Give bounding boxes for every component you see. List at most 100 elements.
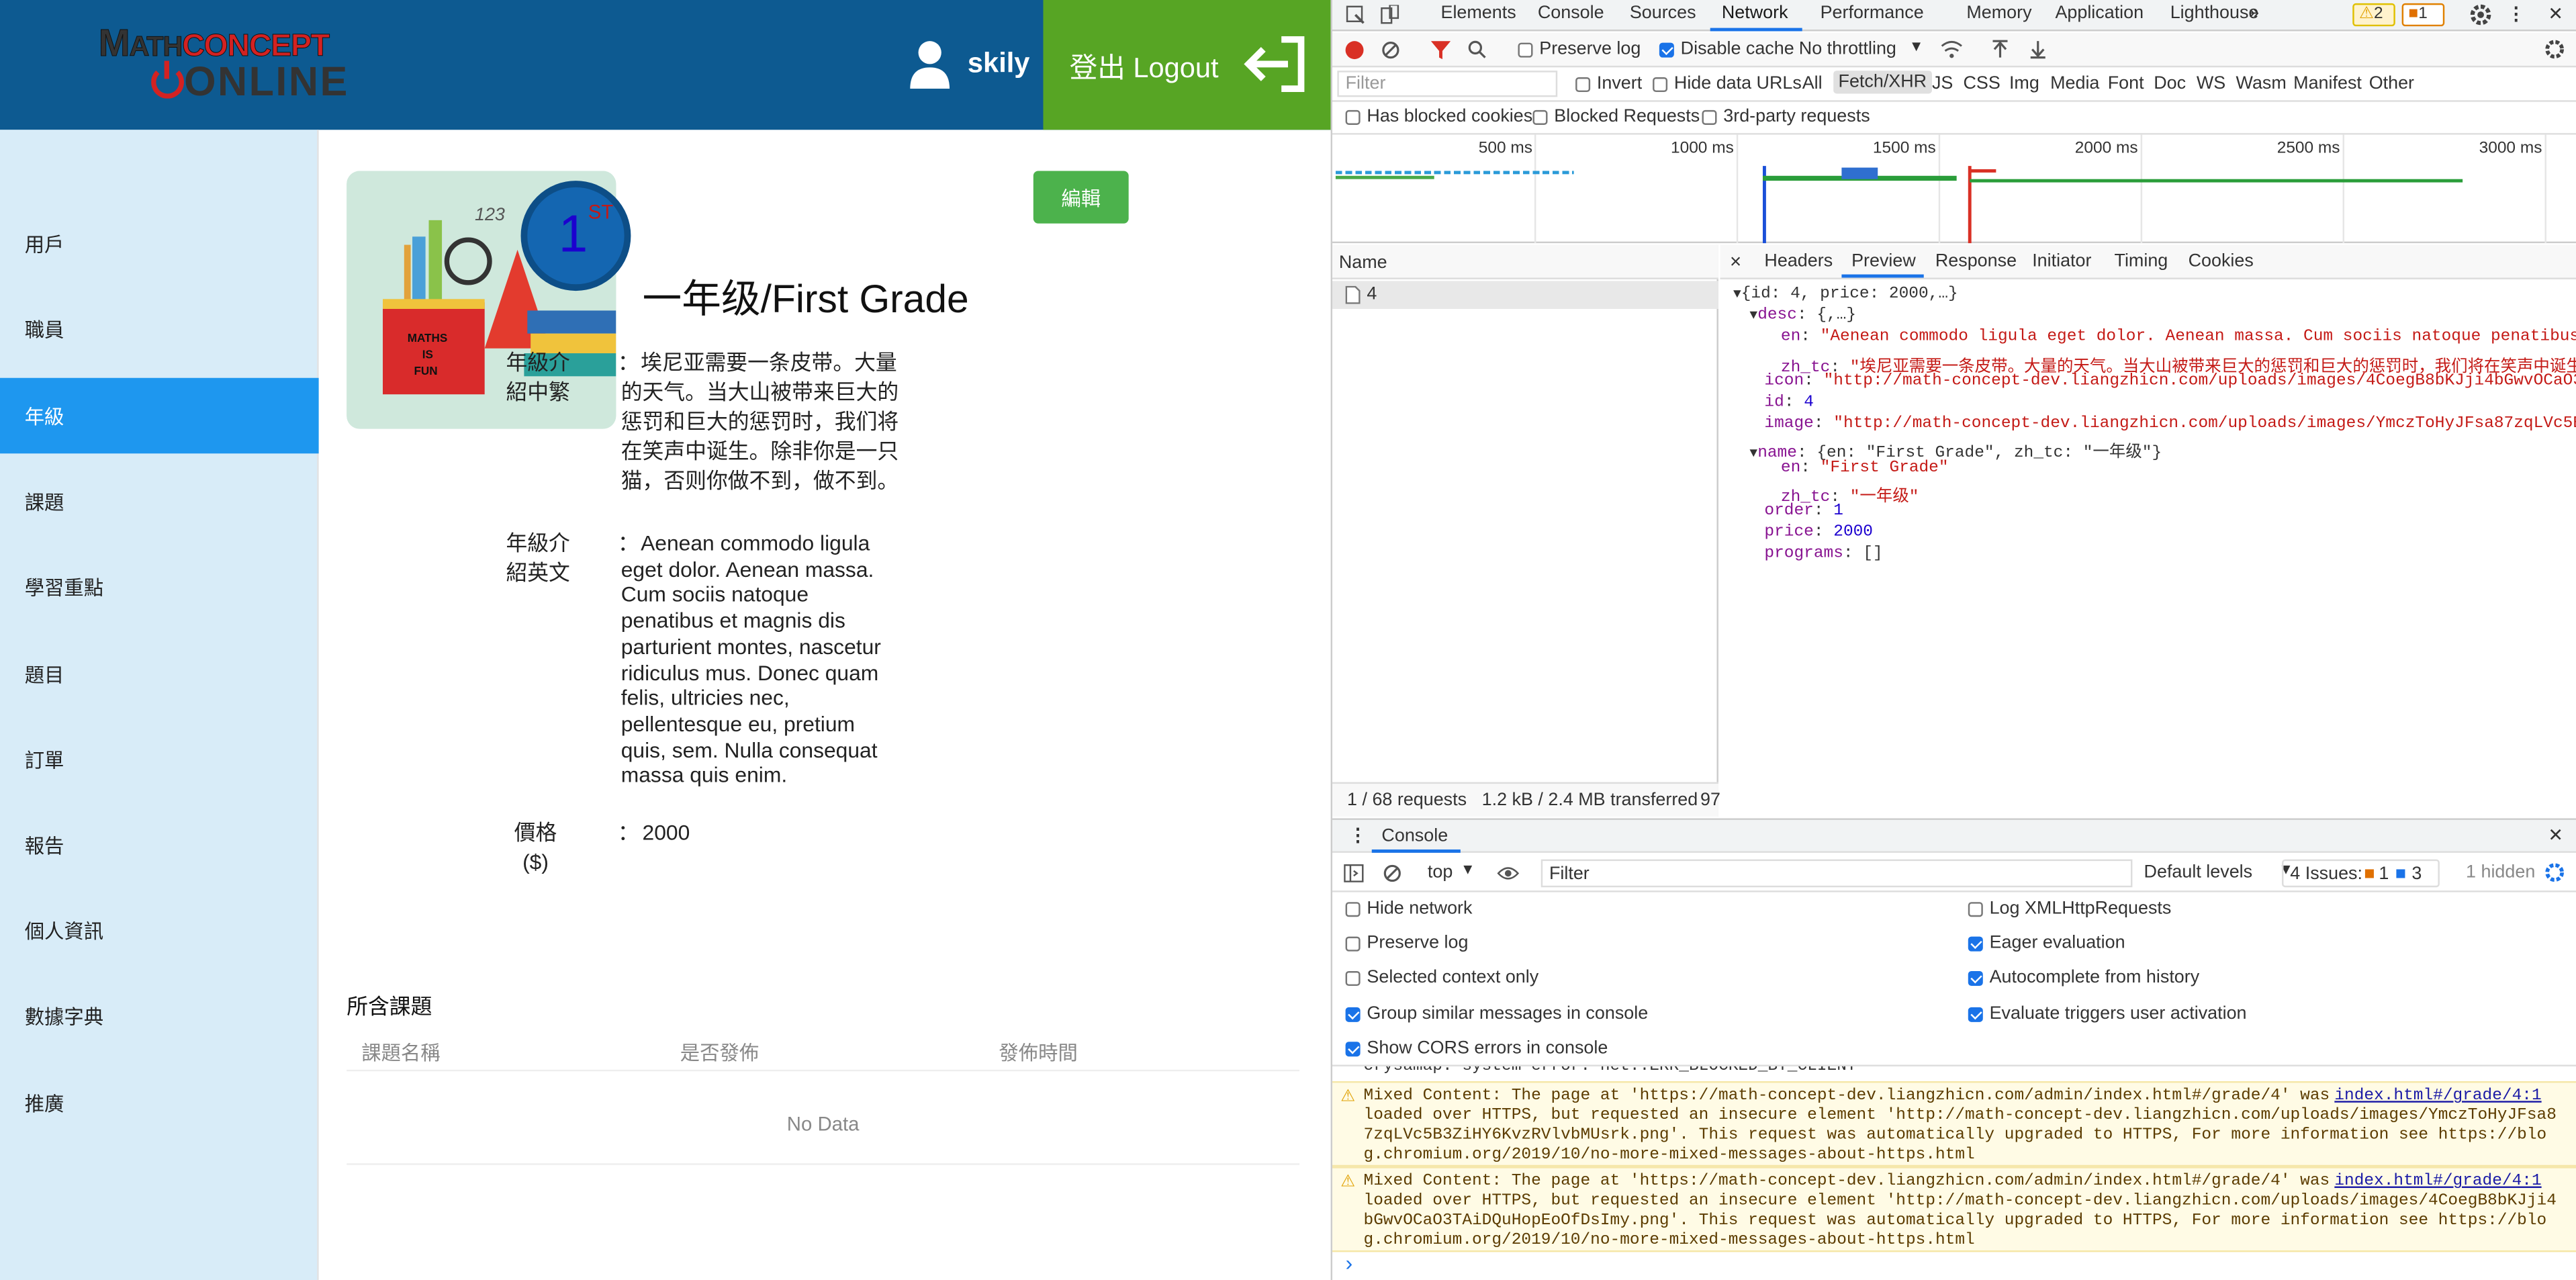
throttling-select[interactable]: No throttling — [1799, 40, 1896, 59]
log-levels-select[interactable]: Default levels — [2144, 863, 2253, 882]
expand-arrow-icon[interactable]: ▼ — [1749, 309, 1757, 324]
tab-elements[interactable]: Elements — [1440, 3, 1516, 23]
console-drawer-tab[interactable]: Console — [1381, 827, 1448, 846]
console-settings-gear-icon[interactable] — [2544, 863, 2564, 882]
live-expression-eye-icon[interactable] — [1497, 866, 1520, 880]
sidebar-item-questions[interactable]: 題目 — [0, 636, 319, 712]
has-blocked-cookies-checkbox[interactable] — [1345, 109, 1361, 125]
expand-arrow-icon[interactable]: ▼ — [1749, 447, 1757, 462]
hide-data-urls-checkbox[interactable] — [1653, 77, 1668, 93]
issues-button[interactable]: 4 Issues: ■ 1 ■ 3 — [2282, 859, 2440, 888]
sidebar-item-users[interactable]: 用戶 — [0, 205, 319, 281]
expand-arrow-icon[interactable]: ▼ — [1733, 287, 1741, 302]
network-conditions-icon[interactable] — [1940, 40, 1963, 59]
tab-preview[interactable]: Preview — [1851, 251, 1916, 271]
warning-source-link[interactable]: index.html#/grade/4:1 — [2334, 1173, 2541, 1193]
network-settings-gear-icon[interactable] — [2544, 40, 2564, 59]
console-setting-label: Selected context only — [1367, 968, 1539, 989]
clear-console-icon[interactable] — [1383, 864, 1401, 882]
console-setting-checkbox[interactable] — [1968, 1006, 1983, 1021]
warning-counter[interactable]: ⚠2 — [2352, 3, 2395, 27]
type-filter-wasm[interactable]: Wasm — [2236, 74, 2287, 93]
tab-performance[interactable]: Performance — [1821, 3, 1924, 23]
sidebar-item-profile[interactable]: 個人資訊 — [0, 893, 319, 968]
console-setting-checkbox[interactable] — [1345, 902, 1361, 917]
console-setting-checkbox[interactable] — [1345, 1006, 1361, 1021]
issues-counter[interactable]: ■1 — [2401, 3, 2445, 27]
context-select[interactable]: top — [1428, 863, 1453, 882]
type-filter-fetch-xhr[interactable]: Fetch/XHR — [1833, 71, 1932, 94]
logo[interactable]: MATHCONCEPT ONLINE — [98, 21, 378, 105]
tab-timing[interactable]: Timing — [2115, 251, 2168, 271]
preserve-log-checkbox[interactable] — [1518, 42, 1533, 58]
export-har-icon[interactable] — [2029, 40, 2047, 59]
invert-checkbox[interactable] — [1575, 77, 1591, 93]
network-timeline-overview[interactable]: 500 ms 1000 ms 1500 ms 2000 ms 2500 ms 3… — [1332, 134, 2576, 244]
tab-sources[interactable]: Sources — [1630, 3, 1696, 23]
name-column-header[interactable]: Name — [1339, 253, 1387, 273]
filter-funnel-icon[interactable] — [1430, 41, 1451, 60]
console-setting-checkbox[interactable] — [1345, 971, 1361, 987]
tab-response[interactable]: Response — [1935, 251, 2017, 271]
tab-cookies[interactable]: Cookies — [2189, 251, 2254, 271]
tab-headers[interactable]: Headers — [1764, 251, 1833, 271]
logout-button[interactable]: 登出 Logout — [1043, 0, 1331, 130]
close-drawer-icon[interactable]: ✕ — [2548, 825, 2563, 846]
record-icon[interactable] — [1345, 41, 1364, 60]
clear-icon[interactable] — [1381, 41, 1399, 59]
tab-console[interactable]: Console — [1538, 3, 1604, 23]
sidebar-item-grades[interactable]: 年級 — [0, 377, 319, 454]
close-devtools-icon[interactable]: ✕ — [2548, 3, 2563, 24]
console-setting-checkbox[interactable] — [1345, 937, 1361, 952]
console-filter-input[interactable]: Filter — [1540, 859, 2133, 888]
user-info[interactable]: skily — [909, 36, 1029, 92]
third-party-requests-checkbox[interactable] — [1702, 109, 1717, 125]
type-filter-css[interactable]: CSS — [1963, 74, 2000, 93]
type-filter-media[interactable]: Media — [2050, 74, 2099, 93]
json-line[interactable]: ▼{id: 4, price: 2000,…} — [1733, 286, 1958, 304]
kebab-menu-icon[interactable]: ⋮ — [2507, 3, 2525, 24]
type-filter-js[interactable]: JS — [1932, 74, 1953, 93]
type-filter-doc[interactable]: Doc — [2154, 74, 2186, 93]
console-prompt[interactable]: › — [1346, 1250, 1353, 1275]
warning-source-link[interactable]: index.html#/grade/4:1 — [2334, 1088, 2541, 1107]
drawer-menu-icon[interactable]: ⋮ — [1348, 825, 1367, 846]
sidebar-item-learning-points[interactable]: 學習重點 — [0, 549, 319, 625]
sidebar-item-promotion[interactable]: 推廣 — [0, 1064, 319, 1140]
json-line[interactable]: ▼desc: {,…} — [1749, 308, 1856, 326]
tab-initiator[interactable]: Initiator — [2032, 251, 2091, 271]
sidebar-item-orders[interactable]: 訂單 — [0, 721, 319, 797]
edit-button[interactable]: 編輯 — [1033, 171, 1129, 224]
sidebar-item-topics[interactable]: 課題 — [0, 463, 319, 539]
network-filter-input[interactable]: Filter — [1337, 71, 1558, 97]
blocked-requests-checkbox[interactable] — [1532, 109, 1548, 125]
tab-application[interactable]: Application — [2055, 3, 2144, 23]
type-filter-ws[interactable]: WS — [2197, 74, 2225, 93]
type-filter-all[interactable]: All — [1802, 74, 1823, 93]
request-row[interactable]: 4 — [1332, 281, 1718, 309]
sidebar-toggle-icon[interactable] — [1344, 864, 1364, 882]
settings-gear-icon[interactable] — [2469, 3, 2492, 26]
type-filter-img[interactable]: Img — [2009, 74, 2039, 93]
tab-lighthouse[interactable]: Lighthouse — [2170, 3, 2259, 23]
device-toolbar-icon[interactable] — [1380, 5, 1399, 24]
import-har-icon[interactable] — [1991, 40, 2009, 59]
more-tabs-icon[interactable]: » — [2249, 3, 2259, 23]
sidebar-item-reports[interactable]: 報告 — [0, 807, 319, 882]
close-details-icon[interactable]: × — [1730, 250, 1741, 273]
grade-badge: 1 ST — [520, 181, 631, 291]
inspect-icon[interactable] — [1346, 5, 1365, 24]
sidebar-item-staff[interactable]: 職員 — [0, 291, 319, 367]
console-setting-checkbox[interactable] — [1968, 902, 1983, 917]
disable-cache-checkbox[interactable] — [1659, 42, 1674, 58]
tab-network[interactable]: Network — [1722, 3, 1788, 23]
search-icon[interactable] — [1467, 40, 1487, 59]
tab-memory[interactable]: Memory — [1966, 3, 2031, 23]
type-filter-font[interactable]: Font — [2108, 74, 2144, 93]
console-setting-checkbox[interactable] — [1968, 971, 1983, 987]
console-setting-checkbox[interactable] — [1968, 937, 1983, 952]
type-filter-manifest[interactable]: Manifest — [2293, 74, 2362, 93]
type-filter-other[interactable]: Other — [2369, 74, 2414, 93]
sidebar-item-data-dictionary[interactable]: 數據字典 — [0, 978, 319, 1054]
console-setting-checkbox[interactable] — [1345, 1041, 1361, 1056]
